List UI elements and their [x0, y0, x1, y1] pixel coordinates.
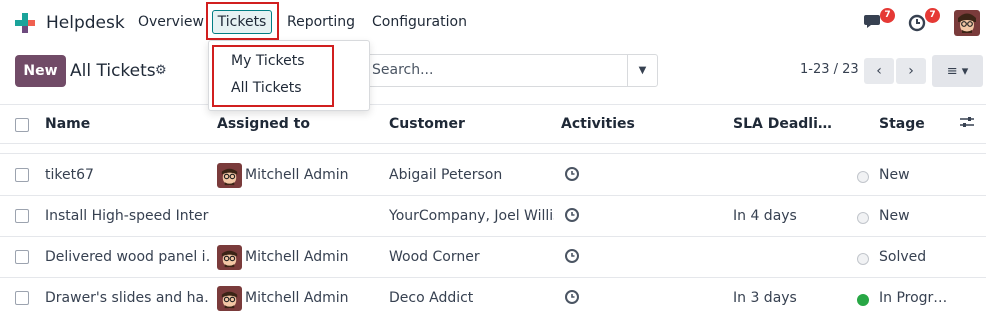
- menu-my-tickets[interactable]: My Tickets: [231, 53, 305, 69]
- stage: New: [879, 208, 910, 224]
- row-checkbox[interactable]: [15, 209, 29, 223]
- ticket-name: Delivered wood panel i…: [45, 249, 210, 265]
- pager-value[interactable]: 1-23 / 23: [800, 62, 859, 77]
- column-header[interactable]: Activities: [561, 116, 635, 132]
- row-checkbox[interactable]: [15, 291, 29, 305]
- user-avatar[interactable]: [954, 10, 980, 36]
- messages-badge: 7: [880, 8, 895, 23]
- group-separator: [0, 144, 986, 154]
- caret-down-icon[interactable]: ▼: [627, 55, 657, 86]
- customer: Deco Addict: [389, 290, 474, 306]
- sla-deadline: In 4 days: [733, 208, 797, 224]
- stage-status-dot: [857, 212, 869, 224]
- top-navbar: Helpdesk Overview Tickets Reporting Conf…: [0, 0, 986, 46]
- row-checkbox[interactable]: [15, 250, 29, 264]
- ticket-name: tiket67: [45, 167, 94, 183]
- table-row[interactable]: Drawer's slides and ha… Mitchell Admin D…: [0, 278, 986, 311]
- clock-icon[interactable]: [564, 207, 580, 223]
- table-row[interactable]: Delivered wood panel i… Mitchell Admin W…: [0, 237, 986, 278]
- new-button[interactable]: New: [15, 55, 66, 87]
- menu-overview[interactable]: Overview: [138, 14, 204, 30]
- ticket-name: Install High-speed Inter…: [45, 208, 210, 224]
- page-title: All Tickets: [70, 61, 156, 81]
- activities-badge: 7: [925, 8, 940, 23]
- chevron-right-icon[interactable]: ›: [896, 58, 926, 84]
- clock-icon[interactable]: [564, 248, 580, 264]
- table-row[interactable]: Install High-speed Inter… YourCompany, J…: [0, 196, 986, 237]
- customer: Wood Corner: [389, 249, 480, 265]
- chevron-left-icon[interactable]: ‹: [864, 58, 894, 84]
- stage-status-dot: [857, 171, 869, 183]
- stage-status-dot: [857, 253, 869, 265]
- search-bar: ▼: [362, 54, 658, 87]
- column-settings-icon[interactable]: [960, 116, 974, 132]
- menu-all-tickets[interactable]: All Tickets: [231, 80, 302, 96]
- helpdesk-logo-icon[interactable]: [14, 12, 36, 34]
- gear-icon[interactable]: ⚙: [155, 63, 167, 78]
- stage: New: [879, 167, 910, 183]
- avatar: [217, 163, 242, 188]
- select-all-checkbox[interactable]: [15, 118, 29, 132]
- avatar: [217, 245, 242, 270]
- search-input[interactable]: [372, 62, 622, 78]
- list-view-icon[interactable]: ≡ ▾: [932, 55, 983, 87]
- column-header[interactable]: Customer: [389, 116, 465, 132]
- stage: Solved: [879, 249, 927, 265]
- clock-icon[interactable]: [564, 166, 580, 182]
- app-name[interactable]: Helpdesk: [46, 13, 125, 33]
- assigned-to: Mitchell Admin: [245, 249, 349, 265]
- assigned-to: Mitchell Admin: [245, 167, 349, 183]
- stage-status-dot: [857, 294, 869, 306]
- menu-tickets[interactable]: Tickets: [212, 10, 272, 34]
- stage: In Progr…: [879, 290, 948, 306]
- column-header[interactable]: Assigned to: [217, 116, 310, 132]
- clock-icon[interactable]: [564, 289, 580, 305]
- customer: Abigail Peterson: [389, 167, 503, 183]
- row-checkbox[interactable]: [15, 168, 29, 182]
- sla-deadline: In 3 days: [733, 290, 797, 306]
- column-header[interactable]: Stage: [879, 116, 925, 132]
- table-row[interactable]: tiket67 Mitchell Admin Abigail Peterson …: [0, 155, 986, 196]
- ticket-name: Drawer's slides and ha…: [45, 290, 210, 306]
- menu-tickets-highlight: Tickets: [206, 2, 279, 40]
- avatar: [217, 286, 242, 311]
- menu-configuration[interactable]: Configuration: [372, 14, 467, 30]
- column-header[interactable]: Name: [45, 116, 90, 132]
- activity-clock-icon[interactable]: 7: [908, 8, 940, 34]
- column-header[interactable]: SLA Deadli…: [733, 116, 832, 132]
- menu-reporting[interactable]: Reporting: [287, 14, 355, 30]
- customer: YourCompany, Joel Willis: [389, 208, 554, 224]
- table-header: Name Assigned to Customer Activities SLA…: [0, 104, 986, 144]
- chat-icon[interactable]: 7: [863, 8, 895, 34]
- assigned-to: Mitchell Admin: [245, 290, 349, 306]
